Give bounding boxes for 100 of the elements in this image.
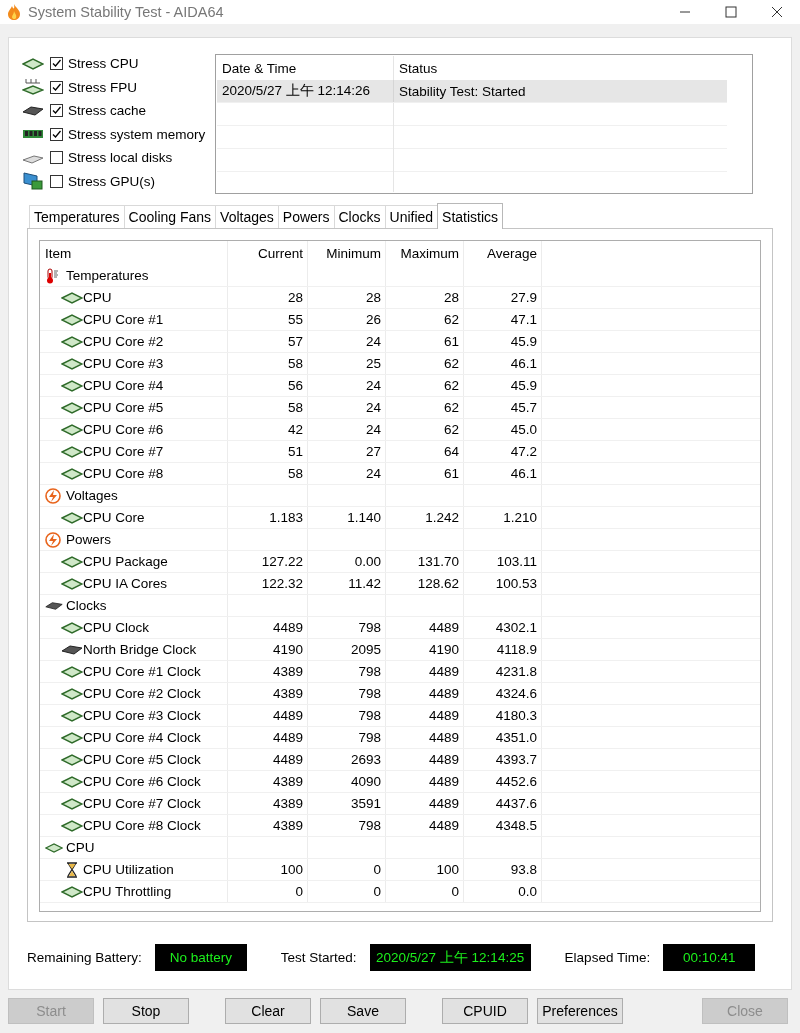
column-header[interactable]: Status — [394, 56, 727, 80]
table-cell-text: 4180.3 — [494, 707, 538, 725]
table-cell-text: 798 — [357, 619, 382, 637]
chip-icon — [61, 664, 83, 679]
tab[interactable]: Voltages — [215, 205, 279, 228]
table-cell-text: 28 — [286, 289, 304, 307]
table-cell-text: 4351.0 — [494, 729, 538, 747]
option-label[interactable]: Stress GPU(s) — [68, 173, 155, 189]
checkbox[interactable] — [50, 57, 63, 70]
table-cell-text: 57 — [286, 333, 304, 351]
column-header[interactable]: Maximum — [386, 241, 464, 265]
table-cell-text: 24 — [364, 333, 382, 351]
status-readout: No battery — [154, 944, 247, 971]
table-cell-text: 25 — [364, 355, 382, 373]
table-cell-text: 4389 — [271, 773, 304, 791]
flame-icon — [6, 3, 22, 21]
table-cell-text: 24 — [364, 465, 382, 483]
tab[interactable]: Statistics — [437, 203, 504, 229]
chip-icon — [22, 103, 44, 118]
checkbox[interactable] — [50, 174, 63, 188]
chip-icon — [22, 56, 44, 71]
option-label[interactable]: Stress CPU — [68, 56, 139, 71]
table-cell-text: 4090 — [349, 773, 382, 791]
table-cell-text: 61 — [442, 465, 460, 483]
sensor-label: CPU Core #3 Clock — [83, 708, 201, 723]
tab[interactable]: Temperatures — [29, 205, 125, 228]
table-cell-text: 47.1 — [509, 311, 538, 329]
sensor-label: CPU Core #1 — [83, 312, 164, 327]
action-button[interactable]: Preferences — [537, 998, 623, 1024]
column-header[interactable]: Item — [40, 241, 228, 265]
checkbox[interactable] — [50, 104, 63, 117]
table-cell-text: 4437.6 — [494, 795, 538, 813]
chip-icon — [61, 312, 83, 327]
table-cell-text: 62 — [442, 421, 460, 439]
table-cell-text: 4190 — [271, 641, 304, 659]
table-cell-text: 100 — [279, 861, 304, 879]
group-label: Voltages — [66, 488, 118, 503]
table-cell-text: 45.7 — [509, 399, 538, 417]
column-header[interactable]: Date & Time — [217, 56, 394, 80]
table-cell-text: 2020/5/27 上午 12:14:26 — [221, 82, 372, 100]
action-button[interactable]: Save — [320, 998, 406, 1024]
table-cell-text: 24 — [364, 377, 382, 395]
table-cell-text: 4393.7 — [494, 751, 538, 769]
log-row[interactable]: 2020/5/27 上午 12:14:26 Stability Test: Started — [217, 80, 727, 103]
sensor-label: CPU Core #3 — [83, 356, 164, 371]
option-label[interactable]: Stress local disks — [68, 150, 173, 165]
chip-icon — [61, 752, 83, 767]
option-label[interactable]: Stress system memory — [68, 126, 206, 142]
tab[interactable]: Cooling Fans — [123, 205, 217, 228]
sensor-label: CPU IA Cores — [83, 576, 168, 591]
table-cell-text: 4489 — [271, 751, 304, 769]
table-cell-text: 93.8 — [509, 861, 538, 879]
chip-icon — [61, 884, 83, 899]
status-readout: 00:10:41 — [663, 944, 756, 971]
sensor-label: CPU Core #2 — [83, 334, 164, 349]
sensor-label: CPU Core #1 Clock — [83, 664, 201, 679]
column-header[interactable]: Current — [228, 241, 308, 265]
checkbox[interactable] — [50, 127, 63, 141]
table-cell-text: 62 — [442, 355, 460, 373]
sensor-label: CPU Core — [83, 510, 145, 525]
chip-icon — [45, 840, 63, 855]
table-cell-text: 28 — [364, 289, 382, 307]
action-button[interactable]: CPUID — [442, 998, 528, 1024]
sensor-label: CPU Core #7 — [83, 444, 164, 459]
table-cell-text: 4489 — [271, 729, 304, 747]
status-label: Remaining Battery: — [27, 950, 142, 965]
checkbox[interactable] — [50, 80, 63, 94]
table-cell-text: 2095 — [349, 641, 382, 659]
status-readout: 2020/5/27 上午 12:14:25 — [369, 944, 531, 971]
column-header[interactable]: Average — [464, 241, 542, 265]
chip-icon — [61, 422, 83, 437]
table-cell-text: 26 — [364, 311, 382, 329]
table-cell-text: 62 — [442, 311, 460, 329]
table-cell-text: 46.1 — [509, 465, 538, 483]
table-cell-text: 62 — [442, 377, 460, 395]
chip-icon — [61, 620, 83, 635]
chip-icon — [61, 642, 83, 657]
option-label[interactable]: Stress cache — [68, 103, 147, 118]
table-cell-text: 61 — [442, 333, 460, 351]
table-cell-text: 798 — [357, 729, 382, 747]
table-cell-text: 4231.8 — [494, 663, 538, 681]
table-cell-text: 4489 — [427, 663, 460, 681]
chip-icon — [61, 466, 83, 481]
table-cell-text: 28 — [442, 289, 460, 307]
table-cell-text: 47.2 — [509, 443, 538, 461]
table-cell-text: 58 — [286, 355, 304, 373]
action-button[interactable]: Stop — [103, 998, 189, 1024]
table-cell-text: 51 — [286, 443, 304, 461]
column-header[interactable]: Minimum — [308, 241, 386, 265]
chip-icon — [61, 356, 83, 371]
table-cell-text: 131.70 — [416, 553, 460, 571]
chip-icon — [61, 818, 83, 833]
monitor-icon — [22, 172, 44, 190]
option-label[interactable]: Stress FPU — [68, 79, 137, 95]
sensor-label: CPU Utilization — [83, 862, 174, 877]
checkbox[interactable] — [50, 151, 63, 164]
group-label: Powers — [66, 532, 111, 547]
sensor-label: CPU Core #8 Clock — [83, 818, 201, 833]
action-button[interactable]: Clear — [225, 998, 311, 1024]
table-cell-text: 127.22 — [260, 553, 304, 571]
